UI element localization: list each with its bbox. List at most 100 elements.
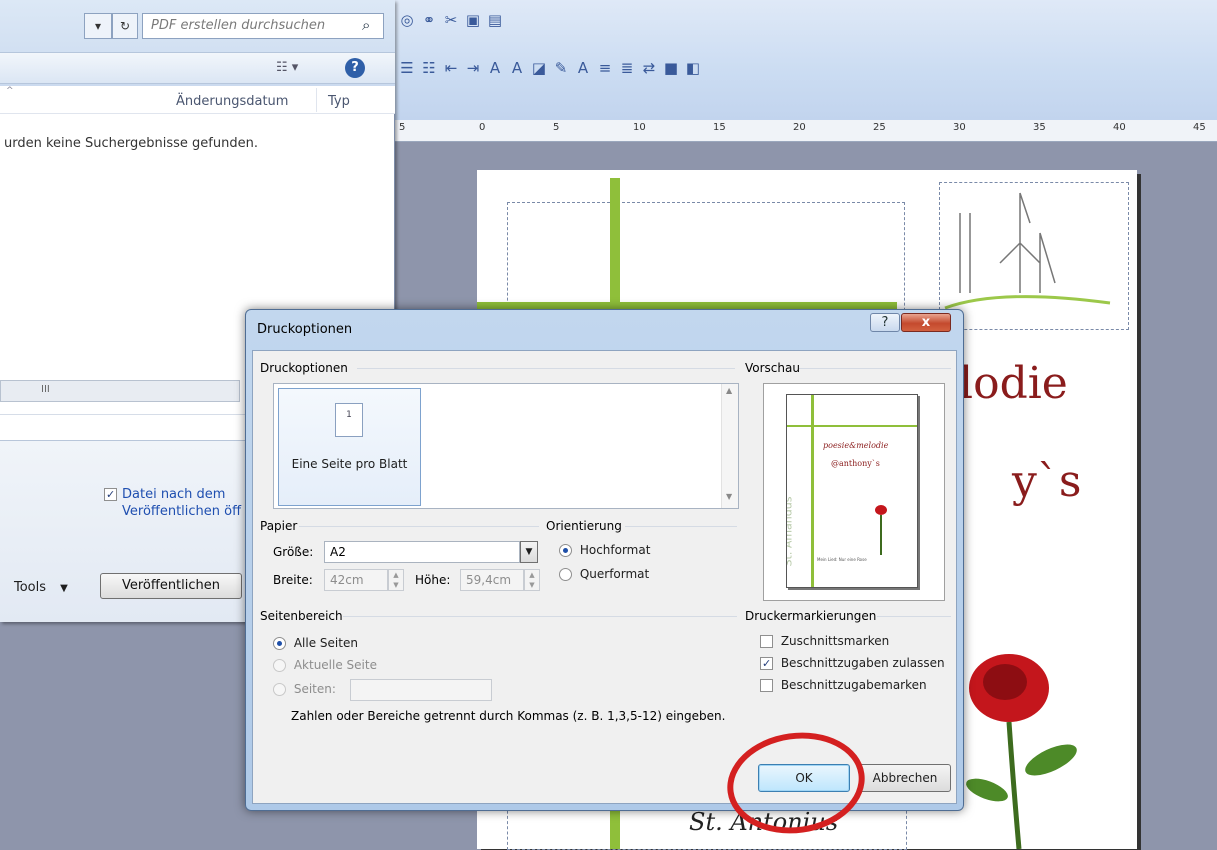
orientation-landscape-radio[interactable] — [559, 568, 572, 581]
width-label: Breite: — [273, 573, 313, 587]
dialog-help-button[interactable]: ? — [870, 313, 900, 332]
font-shrink-icon[interactable]: A — [487, 59, 503, 77]
publisher-toolbar: ◎ ⚭ ✂ ▣ ▤ ☰ ☷ ⇤ ⇥ A A ◪ ✎ A ≡ ≣ ⇄ ■ ◧ — [395, 0, 1217, 120]
print-option-list[interactable]: 1 Eine Seite pro Blatt ▲ ▼ — [273, 383, 739, 509]
mark-bleed-checkbox[interactable] — [760, 657, 773, 670]
group-divider — [877, 616, 951, 617]
range-all-option[interactable]: Alle Seiten — [273, 636, 358, 650]
church-sketch-icon — [944, 192, 1111, 310]
column-header-row: ^ Änderungsdatum Typ — [0, 86, 395, 114]
bullet-list-icon[interactable]: ☷ — [421, 59, 437, 77]
numbered-list-icon[interactable]: ☰ — [399, 59, 415, 77]
ruler-label: 10 — [633, 122, 646, 133]
search-input[interactable]: PDF erstellen durchsuchen — [142, 13, 384, 39]
scroll-up-icon[interactable]: ▲ — [726, 386, 732, 395]
mark-bleed-option[interactable]: Beschnittzugaben zulassen — [760, 656, 945, 670]
range-current-option[interactable]: Aktuelle Seite — [273, 658, 377, 672]
decrease-indent-icon[interactable]: ⇤ — [443, 59, 459, 77]
range-current-label: Aktuelle Seite — [293, 658, 377, 672]
shadow-icon[interactable]: ■ — [663, 59, 679, 77]
ok-button[interactable]: OK — [758, 764, 850, 792]
ruler-label: 30 — [953, 122, 966, 133]
cancel-button[interactable]: Abbrechen — [859, 764, 951, 792]
page-name-fragment: y`s — [1012, 456, 1082, 507]
range-all-radio[interactable] — [273, 637, 286, 650]
font-grow-icon[interactable]: A — [509, 59, 525, 77]
open-after-publish-checkbox[interactable] — [104, 488, 117, 501]
publish-button[interactable]: Veröffentlichen — [100, 573, 242, 599]
preview-page: poesie&melodie @anthony`s St. Amandus Me… — [786, 394, 918, 588]
column-divider[interactable] — [316, 88, 317, 112]
dialog-body: Druckoptionen 1 Eine Seite pro Blatt ▲ ▼… — [252, 350, 957, 804]
orientation-landscape-label: Querformat — [579, 567, 650, 581]
group-page-range-label: Seitenbereich — [260, 609, 343, 623]
fill-color-icon[interactable]: ◪ — [531, 59, 547, 77]
scroll-down-icon[interactable]: ▼ — [726, 492, 732, 501]
dialog-title: Druckoptionen — [257, 322, 353, 337]
line-color-icon[interactable]: ✎ — [553, 59, 569, 77]
range-current-radio[interactable] — [273, 659, 286, 672]
horizontal-scrollbar[interactable]: III — [0, 380, 240, 402]
option-list-scrollbar[interactable]: ▲ ▼ — [721, 384, 738, 508]
height-input[interactable]: 59,4cm — [460, 569, 524, 591]
help-icon[interactable]: ◎ — [399, 11, 415, 29]
ruler-label: 15 — [713, 122, 726, 133]
open-after-publish-label[interactable]: Datei nach dem Veröffentlichen öff — [122, 486, 241, 520]
history-dropdown-button[interactable]: ▾ — [84, 13, 112, 39]
group-preview-label: Vorschau — [745, 361, 800, 375]
range-pages-input[interactable] — [350, 679, 492, 701]
3d-icon[interactable]: ◧ — [685, 59, 701, 77]
mark-bleed-marks-label: Beschnittzugabemarken — [780, 678, 927, 692]
orientation-landscape-option[interactable]: Querformat — [559, 567, 649, 581]
mark-bleed-label: Beschnittzugaben zulassen — [780, 656, 945, 670]
group-divider — [799, 368, 951, 369]
mark-bleed-marks-option[interactable]: Beschnittzugabemarken — [760, 678, 927, 692]
height-spinner[interactable]: ▲ ▼ — [524, 569, 540, 591]
preview-name: @anthony`s — [831, 459, 880, 468]
line-style-icon[interactable]: ≡ — [597, 59, 613, 77]
width-input[interactable]: 42cm — [324, 569, 388, 591]
mark-crop-option[interactable]: Zuschnittsmarken — [760, 634, 889, 648]
chevron-down-icon[interactable]: ▼ — [520, 541, 538, 563]
view-options-icon[interactable]: ☷ ▾ — [276, 60, 298, 75]
ruler-label: 40 — [1113, 122, 1126, 133]
preview-guide-vertical — [811, 395, 814, 587]
font-color-icon[interactable]: A — [575, 59, 591, 77]
preview-side-text: St. Amandus — [786, 496, 795, 567]
one-page-per-sheet-option[interactable]: 1 Eine Seite pro Blatt — [278, 388, 421, 506]
church-image-frame[interactable] — [939, 182, 1129, 330]
column-type-header[interactable]: Typ — [328, 94, 350, 109]
dash-style-icon[interactable]: ≣ — [619, 59, 635, 77]
search-icon[interactable]: ⌕ — [362, 16, 370, 34]
orientation-portrait-option[interactable]: Hochformat — [559, 543, 650, 557]
text-box-icon[interactable]: ▣ — [465, 11, 481, 29]
dialog-close-button[interactable]: x — [901, 313, 951, 332]
text-box-2-icon[interactable]: ▤ — [487, 11, 503, 29]
link-icon[interactable]: ⚭ — [421, 11, 437, 29]
width-spinner[interactable]: ▲ ▼ — [388, 569, 404, 591]
preview-rose-stem — [880, 515, 882, 555]
orientation-portrait-radio[interactable] — [559, 544, 572, 557]
range-pages-radio[interactable] — [273, 683, 286, 696]
size-label: Größe: — [273, 545, 313, 559]
increase-indent-icon[interactable]: ⇥ — [465, 59, 481, 77]
range-pages-option[interactable]: Seiten: — [273, 682, 336, 696]
horizontal-ruler: 5 0 5 10 15 20 25 30 35 40 45 — [395, 120, 1217, 142]
size-select[interactable]: A2 — [324, 541, 520, 563]
arrow-style-icon[interactable]: ⇄ — [641, 59, 657, 77]
group-orientation-label: Orientierung — [546, 519, 622, 533]
mark-bleed-marks-checkbox[interactable] — [760, 679, 773, 692]
scrollbar-grip[interactable]: III — [41, 384, 50, 395]
unlink-icon[interactable]: ✂ — [443, 11, 459, 29]
ruler-label: 20 — [793, 122, 806, 133]
group-divider — [625, 526, 737, 527]
help-icon[interactable]: ? — [345, 58, 365, 78]
mark-crop-checkbox[interactable] — [760, 635, 773, 648]
range-all-label: Alle Seiten — [293, 636, 358, 650]
tools-menu[interactable]: Tools ▼ — [14, 580, 68, 595]
print-options-dialog: Druckoptionen ? x Druckoptionen 1 Eine S… — [245, 309, 964, 811]
column-date-header[interactable]: Änderungsdatum — [176, 94, 288, 109]
refresh-icon[interactable]: ↻ — [112, 13, 138, 39]
open-after-publish-line-2: Veröffentlichen öff — [122, 504, 242, 519]
open-after-publish-option[interactable] — [104, 487, 117, 501]
